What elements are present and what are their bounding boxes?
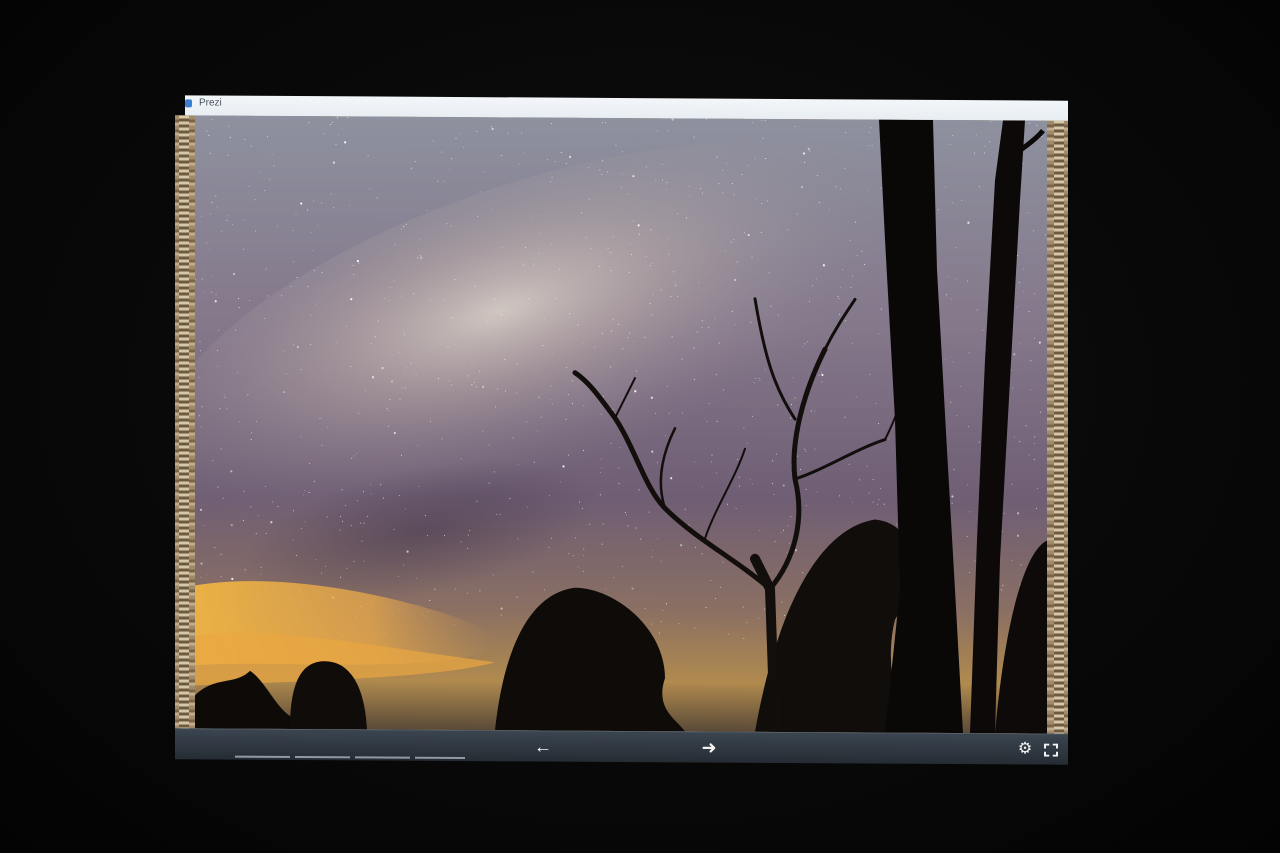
gear-icon[interactable]: ⚙ (1015, 738, 1035, 760)
fullscreen-icon[interactable] (1044, 743, 1058, 757)
projected-screen: Prezi – □ ✕ (175, 95, 1068, 765)
milky-way-photo (195, 115, 1047, 734)
progress-indicator (235, 755, 465, 760)
slide-photo[interactable] (195, 115, 1047, 734)
window-title: Prezi (199, 97, 222, 109)
prezi-app-icon (185, 99, 192, 108)
hand-pointer-icon[interactable]: ➜ (697, 736, 721, 758)
arrow-left-icon[interactable]: ← (531, 735, 555, 757)
presentation-controls: ← ➜ ⚙ (175, 728, 1068, 765)
